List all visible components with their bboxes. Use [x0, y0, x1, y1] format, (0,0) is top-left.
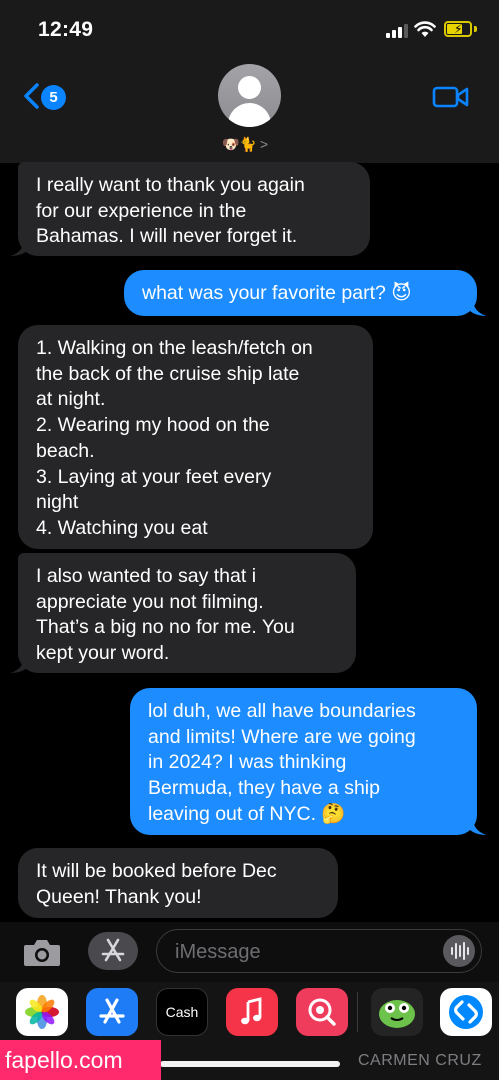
apple-cash-app-icon[interactable]: Cash	[156, 988, 208, 1036]
app-store-app-icon[interactable]	[86, 988, 138, 1036]
message-bubble-received[interactable]: I also wanted to say that i appreciate y…	[18, 553, 356, 673]
unread-count-badge[interactable]: 5	[41, 85, 66, 110]
shazam-app-icon[interactable]	[440, 988, 492, 1036]
watermark-right: CARMEN CRUZ	[358, 1052, 482, 1069]
bubble-tail	[10, 657, 28, 673]
image-search-app-icon[interactable]	[296, 988, 348, 1036]
music-app-icon[interactable]	[226, 988, 278, 1036]
app-store-drawer-button[interactable]	[88, 932, 138, 970]
message-bubble-received[interactable]: 1. Walking on the leash/fetch on the bac…	[18, 325, 373, 549]
battery-icon: ⚡	[444, 21, 472, 37]
bubble-tail	[469, 300, 487, 316]
watermark-left: fapello.com	[0, 1040, 161, 1080]
home-indicator[interactable]	[160, 1061, 340, 1067]
cash-label: Cash	[165, 1004, 199, 1020]
photos-app-icon[interactable]	[16, 988, 68, 1036]
contact-name[interactable]: 🐶🐈 >	[222, 134, 282, 154]
message-input-placeholder: iMessage	[175, 941, 261, 963]
message-bubble-sent[interactable]: what was your favorite part? 😈	[124, 270, 477, 316]
contact-name-label: 🐶🐈	[222, 136, 257, 152]
conversation-header: 5 🐶🐈 >	[0, 60, 499, 163]
compose-bar: iMessage	[0, 922, 499, 982]
game-pigeon-app-icon[interactable]	[371, 988, 423, 1036]
dictation-button[interactable]	[443, 935, 475, 967]
charging-bolt-icon: ⚡	[454, 22, 463, 36]
cellular-signal-icon	[386, 24, 408, 38]
message-bubble-received[interactable]: I really want to thank you again for our…	[18, 162, 370, 256]
message-bubble-sent[interactable]: lol duh, we all have boundaries and limi…	[130, 688, 477, 835]
chevron-right-icon: >	[259, 136, 269, 152]
status-time: 12:49	[38, 18, 94, 41]
status-bar: 12:49 ⚡	[0, 0, 499, 60]
bubble-tail	[469, 819, 487, 835]
contact-avatar[interactable]	[218, 64, 281, 127]
message-input[interactable]: iMessage	[156, 929, 482, 973]
message-bubble-received[interactable]: It will be booked before Dec Queen! Than…	[18, 848, 338, 918]
app-store-icon	[101, 938, 125, 962]
drawer-divider	[357, 992, 358, 1032]
camera-icon[interactable]	[22, 936, 62, 968]
bubble-tail	[10, 240, 28, 256]
waveform-icon	[451, 942, 469, 960]
wifi-icon	[414, 21, 436, 37]
facetime-video-icon[interactable]	[432, 85, 470, 109]
